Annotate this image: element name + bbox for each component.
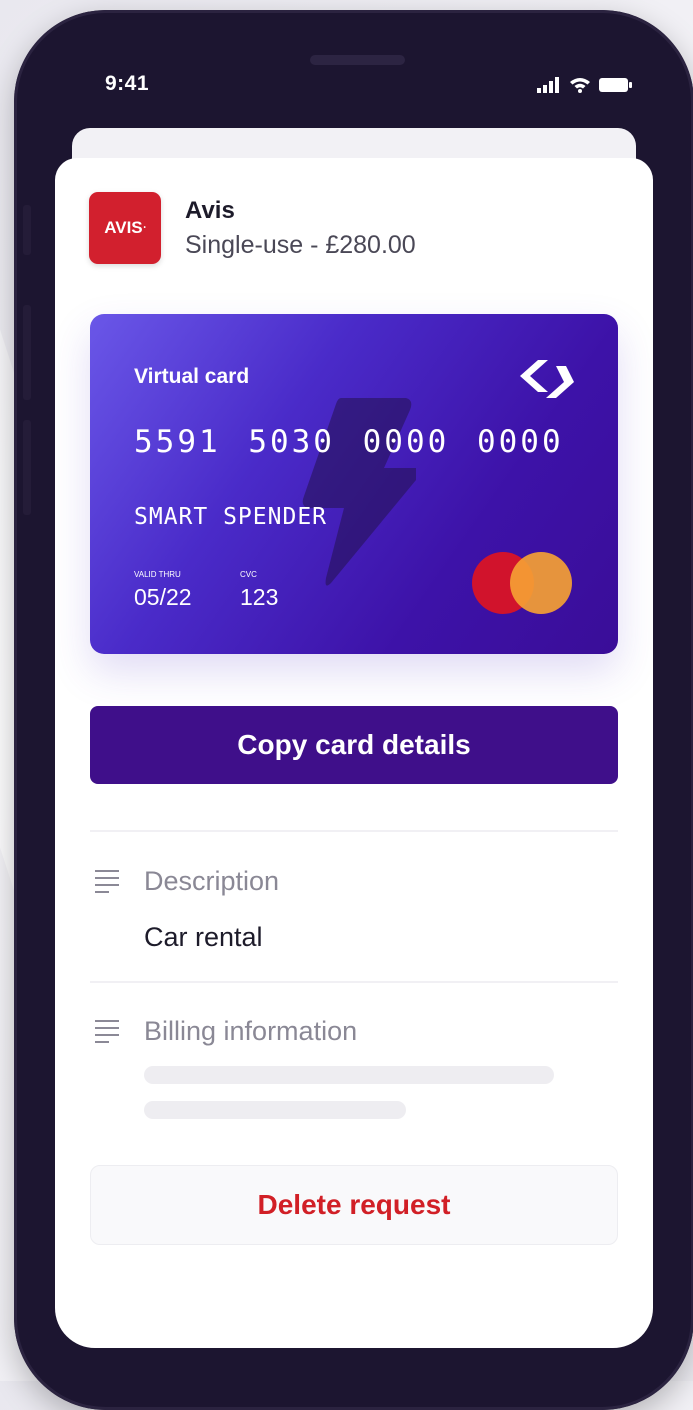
description-title: Description	[144, 866, 280, 896]
expiry-date: 05/22	[134, 584, 192, 610]
mastercard-logo-icon	[472, 552, 572, 614]
billing-placeholder-line	[144, 1101, 406, 1119]
virtual-card[interactable]: Virtual card 5591 5030 0000 0000 SMART S…	[90, 314, 618, 654]
battery-icon	[599, 78, 632, 92]
card-type-label: Virtual card	[134, 365, 250, 388]
volume-down-button	[23, 420, 31, 515]
merchant-header: AVIS • Avis Single-use - £280.00	[89, 192, 416, 264]
description-value[interactable]: Car rental	[144, 922, 263, 953]
divider	[90, 981, 618, 983]
merchant-name: Avis	[185, 196, 235, 224]
delete-request-button[interactable]: Delete request	[90, 1165, 618, 1245]
billing-placeholder-line	[144, 1066, 554, 1084]
avis-logo: AVIS •	[89, 192, 161, 264]
wifi-icon	[570, 78, 590, 93]
valid-thru-label: VALID THRU	[134, 570, 181, 579]
status-bar: 9:41	[105, 72, 633, 100]
cvc-value: 123	[240, 584, 279, 610]
card-request-sheet: AVIS • Avis Single-use - £280.00 Virtual …	[55, 158, 653, 1348]
billing-title: Billing information	[144, 1016, 358, 1046]
speaker-notch	[310, 55, 405, 65]
volume-up-button	[23, 305, 31, 400]
billing-lines-icon	[95, 1020, 119, 1043]
card-holder: SMART SPENDER	[134, 504, 328, 530]
copy-card-details-button[interactable]: Copy card details	[90, 706, 618, 784]
merchant-subtitle: Single-use - £280.00	[185, 230, 416, 259]
divider	[90, 830, 618, 832]
card-number: 5591 5030 0000 0000	[134, 424, 564, 460]
mute-switch	[23, 205, 31, 255]
signal-icon	[537, 77, 559, 93]
description-lines-icon	[95, 870, 119, 893]
cvc-label: CVC	[240, 570, 257, 579]
brand-logo-icon	[520, 360, 574, 398]
status-time: 9:41	[105, 72, 150, 95]
